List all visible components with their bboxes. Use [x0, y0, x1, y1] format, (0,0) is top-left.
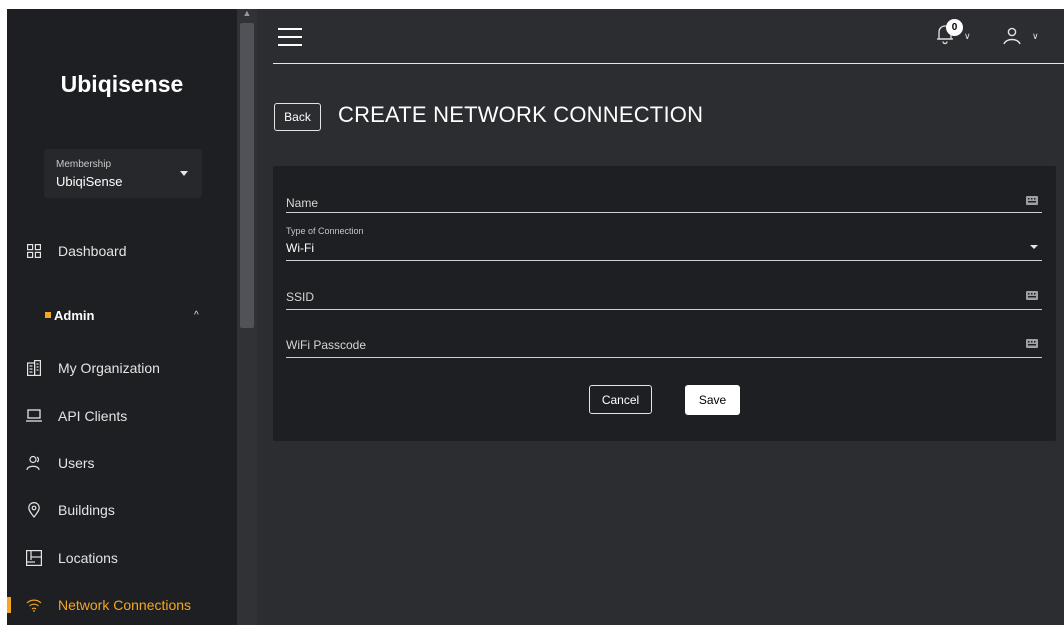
sidebar-item-label: Users	[58, 455, 95, 471]
sidebar-item-label: My Organization	[58, 360, 160, 376]
hamburger-line	[278, 44, 302, 46]
app-window: Ubiqisense Membership UbiqiSense Dashboa…	[7, 9, 1064, 625]
menu-toggle-button[interactable]	[278, 28, 302, 46]
sidebar-item-buildings[interactable]: Buildings	[7, 495, 237, 525]
network-connection-form: Name Type of Connection Wi-Fi SSID WiFi …	[273, 166, 1056, 441]
scroll-up-icon[interactable]: ▲	[237, 9, 257, 19]
page-title: CREATE NETWORK CONNECTION	[338, 102, 704, 127]
user-icon	[1003, 27, 1021, 45]
chevron-up-icon: ^	[194, 309, 199, 321]
membership-select[interactable]: Membership UbiqiSense	[44, 149, 202, 198]
sidebar-item-network-connections[interactable]: Network Connections	[7, 590, 237, 620]
caret-down-icon	[1030, 245, 1038, 249]
sidebar-item-label: API Clients	[58, 408, 128, 424]
chevron-down-icon: ∨	[964, 31, 971, 41]
location-pin-icon	[25, 501, 43, 519]
sidebar-scrollbar[interactable]: ▲	[237, 9, 257, 625]
sidebar-item-label: Buildings	[58, 502, 115, 518]
sidebar-item-users[interactable]: Users	[7, 448, 237, 478]
wifi-passcode-placeholder: WiFi Passcode	[286, 338, 367, 352]
connection-type-select[interactable]: Type of Connection Wi-Fi	[286, 226, 1042, 261]
keyboard-icon[interactable]	[1026, 195, 1038, 207]
laptop-icon	[25, 407, 43, 425]
keyboard-icon[interactable]	[1026, 290, 1038, 302]
sidebar-item-label: Locations	[58, 550, 118, 566]
name-placeholder: Name	[286, 196, 319, 210]
keyboard-icon[interactable]	[1026, 338, 1038, 350]
name-field[interactable]: Name	[286, 186, 1042, 213]
scrollbar-thumb[interactable]	[240, 23, 254, 328]
brand-logo: Ubiqisense	[60, 71, 184, 97]
active-indicator	[7, 597, 11, 613]
users-icon	[25, 454, 43, 472]
chevron-down-icon: ∨	[1032, 31, 1039, 41]
floorplan-icon	[25, 549, 43, 567]
sidebar-item-label: Dashboard	[58, 243, 127, 259]
building-icon	[25, 359, 43, 377]
sidebar-item-locations[interactable]: Locations	[7, 543, 237, 573]
bullet-icon	[45, 312, 51, 318]
notification-count-badge: 0	[946, 19, 963, 36]
connection-type-value: Wi-Fi	[286, 241, 314, 255]
membership-label: Membership	[56, 159, 112, 170]
sidebar-group-admin[interactable]: Admin ^	[7, 300, 237, 330]
caret-down-icon	[180, 171, 188, 176]
sidebar-item-label: Network Connections	[58, 597, 192, 613]
hamburger-line	[278, 36, 302, 38]
wifi-passcode-field[interactable]: WiFi Passcode	[286, 330, 1042, 358]
sidebar: Ubiqisense Membership UbiqiSense Dashboa…	[7, 9, 257, 625]
grid-icon	[25, 242, 43, 260]
header-divider	[273, 63, 1064, 64]
ssid-field[interactable]: SSID	[286, 282, 1042, 310]
wifi-icon	[25, 596, 43, 614]
connection-type-label: Type of Connection	[286, 226, 364, 236]
hamburger-line	[278, 28, 302, 30]
save-button[interactable]: Save	[685, 385, 740, 415]
sidebar-item-api-clients[interactable]: API Clients	[7, 401, 237, 431]
cancel-button[interactable]: Cancel	[589, 385, 652, 414]
sidebar-item-dashboard[interactable]: Dashboard	[7, 236, 237, 266]
sidebar-group-label: Admin	[54, 307, 95, 323]
back-button[interactable]: Back	[274, 103, 321, 131]
sidebar-item-my-organization[interactable]: My Organization	[7, 353, 237, 383]
ssid-placeholder: SSID	[286, 290, 315, 304]
membership-value: UbiqiSense	[56, 174, 123, 189]
